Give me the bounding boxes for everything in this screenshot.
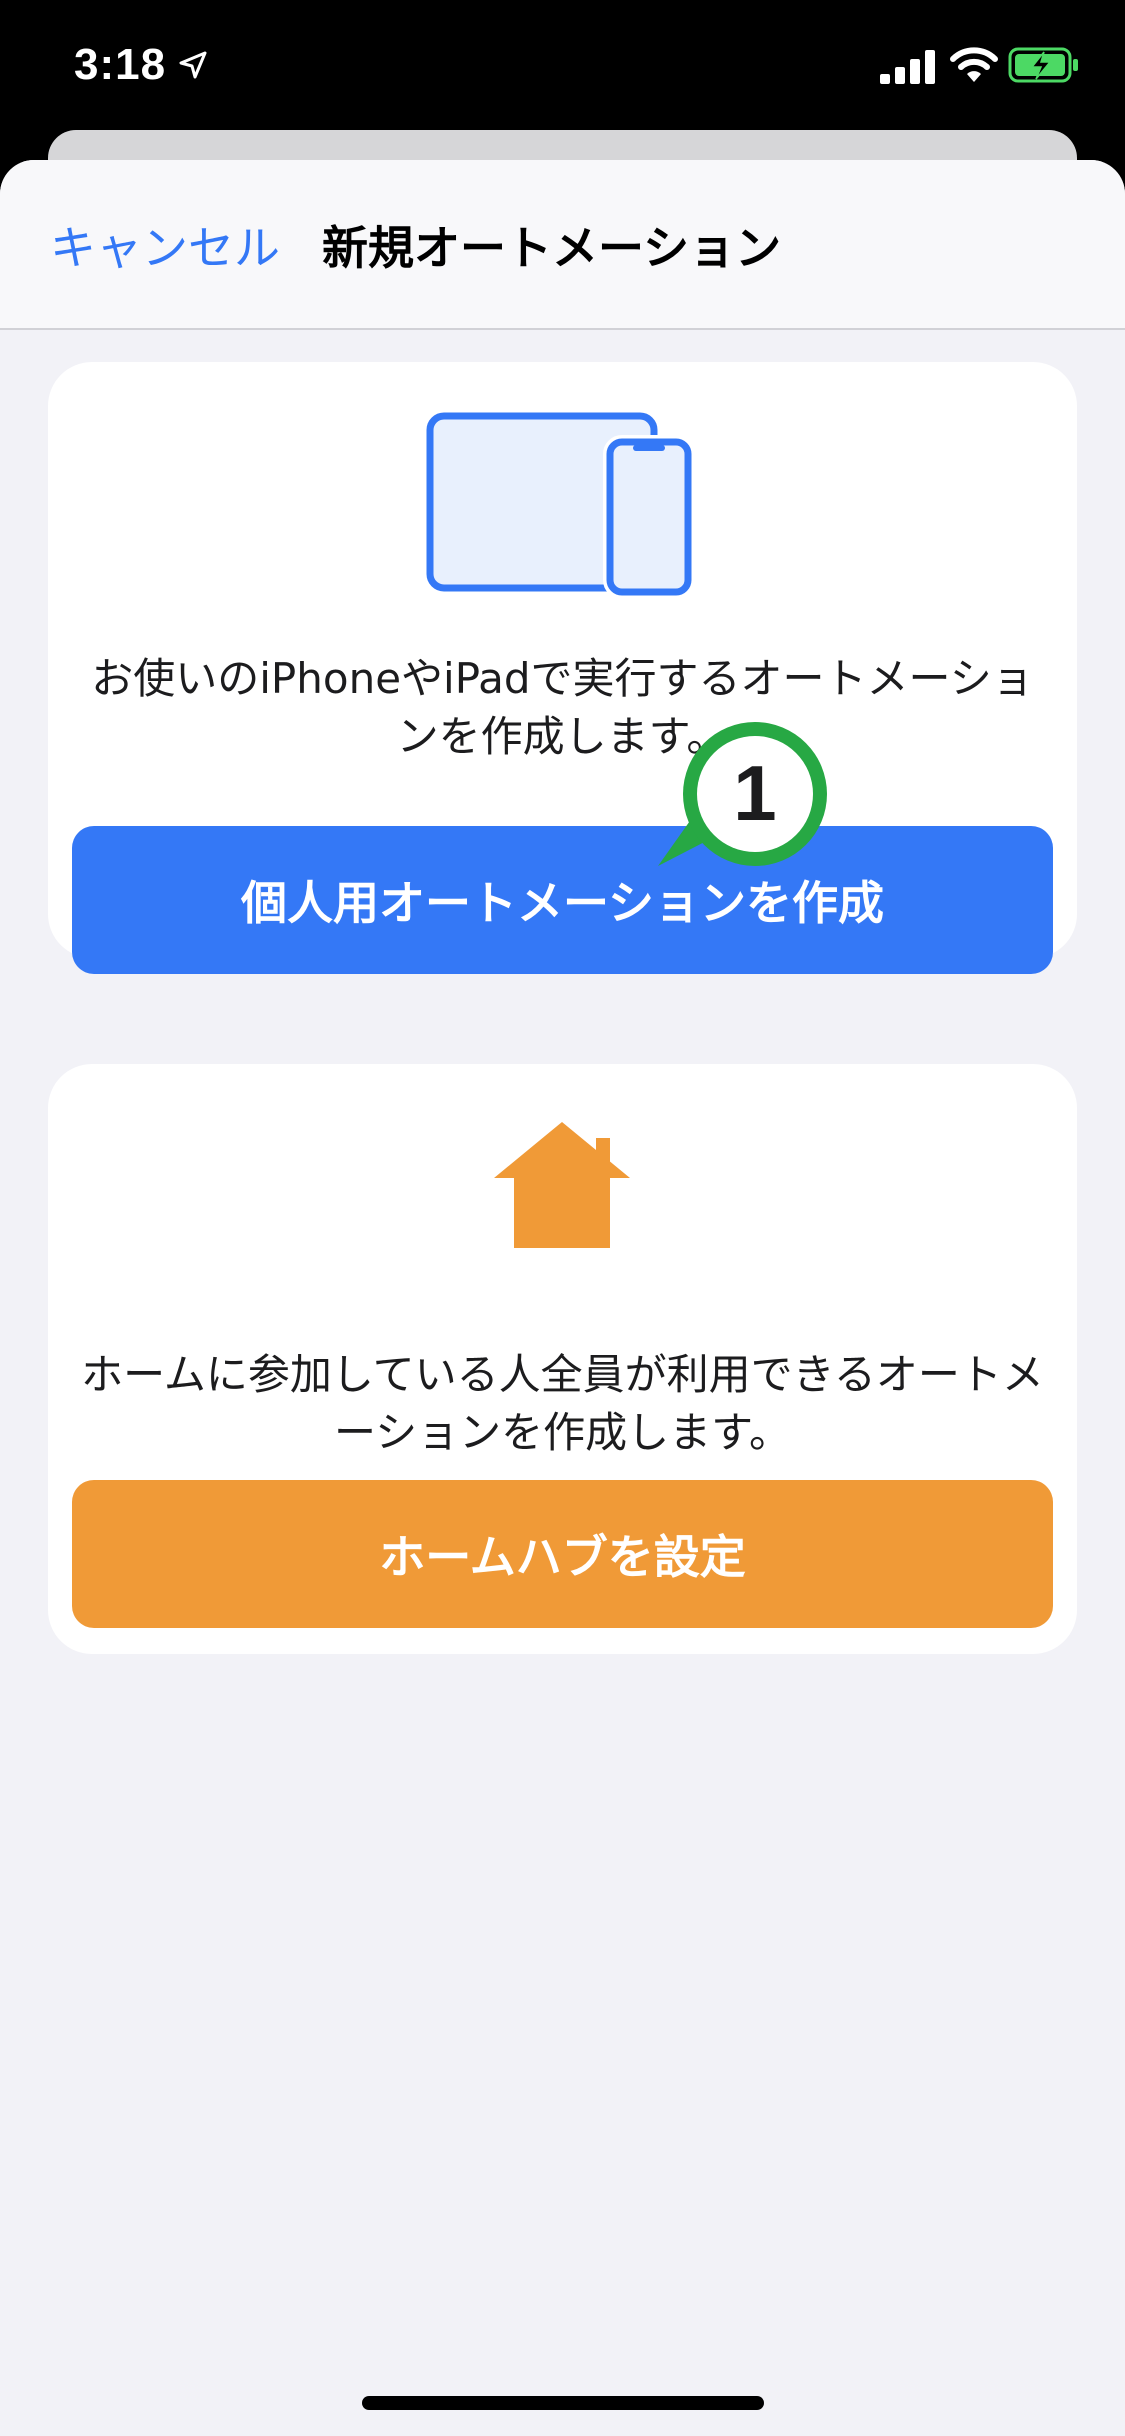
status-time: 3:18 bbox=[74, 40, 167, 89]
page-title: 新規オートメーション bbox=[322, 221, 782, 275]
status-bar: 3:18 bbox=[0, 0, 1125, 132]
new-automation-sheet: キャンセル 新規オートメーション お使いのiPhoneやiPadで実行するオート… bbox=[0, 160, 1125, 2436]
personal-description: お使いのiPhoneやiPadで実行するオートメーションを作成します。 bbox=[91, 654, 1034, 761]
home-automation-card: ホームに参加している人全員が利用できるオートメーションを作成します。 ホームハブ… bbox=[48, 1064, 1077, 1654]
house-icon bbox=[494, 1122, 630, 1248]
cancel-button[interactable]: キャンセル bbox=[50, 212, 280, 278]
battery-charging-icon bbox=[1008, 47, 1078, 83]
navigation-bar: キャンセル 新規オートメーション bbox=[0, 160, 1125, 330]
personal-automation-card: お使いのiPhoneやiPadで実行するオートメーションを作成します。 個人用オ… bbox=[48, 362, 1077, 974]
wifi-icon bbox=[950, 47, 998, 82]
home-description: ホームに参加している人全員が利用できるオートメーションを作成します。 bbox=[81, 1350, 1044, 1457]
step-callout-badge: 1 bbox=[658, 722, 827, 866]
iphone-ipad-icon bbox=[426, 412, 695, 598]
create-personal-automation-button[interactable]: 個人用オートメーションを作成 bbox=[72, 826, 1053, 974]
cellular-signal-icon bbox=[880, 50, 935, 84]
setup-home-hub-button[interactable]: ホームハブを設定 bbox=[72, 1480, 1053, 1628]
step-number: 1 bbox=[733, 749, 776, 837]
home-indicator bbox=[362, 2396, 764, 2410]
location-arrow-icon bbox=[179, 51, 207, 79]
